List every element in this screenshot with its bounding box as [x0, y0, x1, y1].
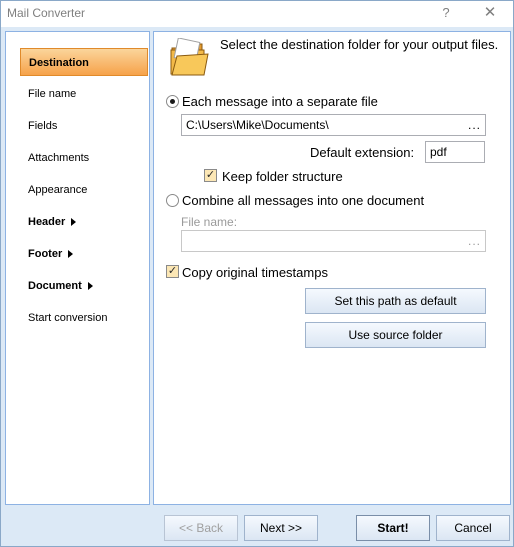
submenu-arrow-icon [68, 250, 74, 259]
sidebar-item-label: File name [28, 88, 77, 100]
sidebar-item-label: Destination [29, 57, 89, 69]
keep-folder-structure-label: Keep folder structure [222, 169, 343, 184]
sidebar-item-label: Attachments [28, 152, 90, 164]
window-title: Mail Converter [7, 6, 86, 20]
sidebar-item-file-name[interactable]: File name [20, 80, 148, 108]
close-icon[interactable]: ✕ [481, 4, 499, 22]
sidebar-item-destination[interactable]: Destination [20, 48, 148, 76]
sidebar: Destination File name Fields Attachments… [5, 31, 150, 505]
radio-combine-messages-label: Combine all messages into one document [182, 193, 425, 208]
back-button[interactable]: << Back [164, 515, 238, 541]
header-text: Select the destination folder for your o… [220, 37, 499, 52]
copy-timestamps-label: Copy original timestamps [182, 265, 328, 280]
browse-path-button[interactable]: ... [468, 115, 481, 135]
sidebar-item-header[interactable]: Header [20, 208, 148, 236]
radio-separate-file[interactable] [166, 95, 179, 108]
default-extension-label: Default extension: [310, 145, 415, 160]
sidebar-item-label: Start conversion [28, 312, 108, 324]
submenu-arrow-icon [87, 282, 93, 291]
destination-path-field[interactable]: C:\Users\Mike\Documents\ ... [181, 114, 486, 136]
sidebar-item-appearance[interactable]: Appearance [20, 176, 148, 204]
destination-path-value: C:\Users\Mike\Documents\ [186, 118, 329, 132]
cancel-button[interactable]: Cancel [436, 515, 510, 541]
file-name-field[interactable]: ... [181, 230, 486, 252]
radio-combine-messages[interactable] [166, 194, 179, 207]
sidebar-item-label: Fields [28, 120, 58, 132]
sidebar-item-label: Appearance [28, 184, 88, 196]
next-button[interactable]: Next >> [244, 515, 318, 541]
main-panel: Select the destination folder for your o… [153, 31, 511, 505]
help-icon[interactable]: ? [437, 4, 455, 22]
file-name-label: File name: [181, 215, 238, 229]
sidebar-item-attachments[interactable]: Attachments [20, 144, 148, 172]
default-extension-field[interactable]: pdf [425, 141, 485, 163]
use-source-folder-button[interactable]: Use source folder [305, 322, 486, 348]
browse-file-name-button[interactable]: ... [468, 231, 481, 251]
set-path-default-button[interactable]: Set this path as default [305, 288, 486, 314]
sidebar-item-start-conversion[interactable]: Start conversion [20, 304, 148, 332]
keep-folder-structure-checkbox[interactable]: ✓ [204, 169, 217, 182]
mail-converter-window: Mail Converter ? ✕ Destination File name… [0, 0, 514, 547]
sidebar-item-fields[interactable]: Fields [20, 112, 148, 140]
sidebar-item-label: Footer [28, 248, 63, 260]
radio-separate-file-label: Each message into a separate file [182, 94, 378, 109]
sidebar-item-label: Document [28, 280, 82, 292]
start-button[interactable]: Start! [356, 515, 430, 541]
default-extension-value: pdf [430, 145, 447, 159]
sidebar-item-footer[interactable]: Footer [20, 240, 148, 268]
title-bar: Mail Converter ? ✕ [1, 1, 513, 27]
sidebar-item-document[interactable]: Document [20, 272, 148, 300]
copy-timestamps-checkbox[interactable]: ✓ [166, 265, 179, 278]
submenu-arrow-icon [71, 218, 77, 227]
sidebar-item-label: Header [28, 216, 66, 228]
folder-icon [170, 38, 209, 76]
